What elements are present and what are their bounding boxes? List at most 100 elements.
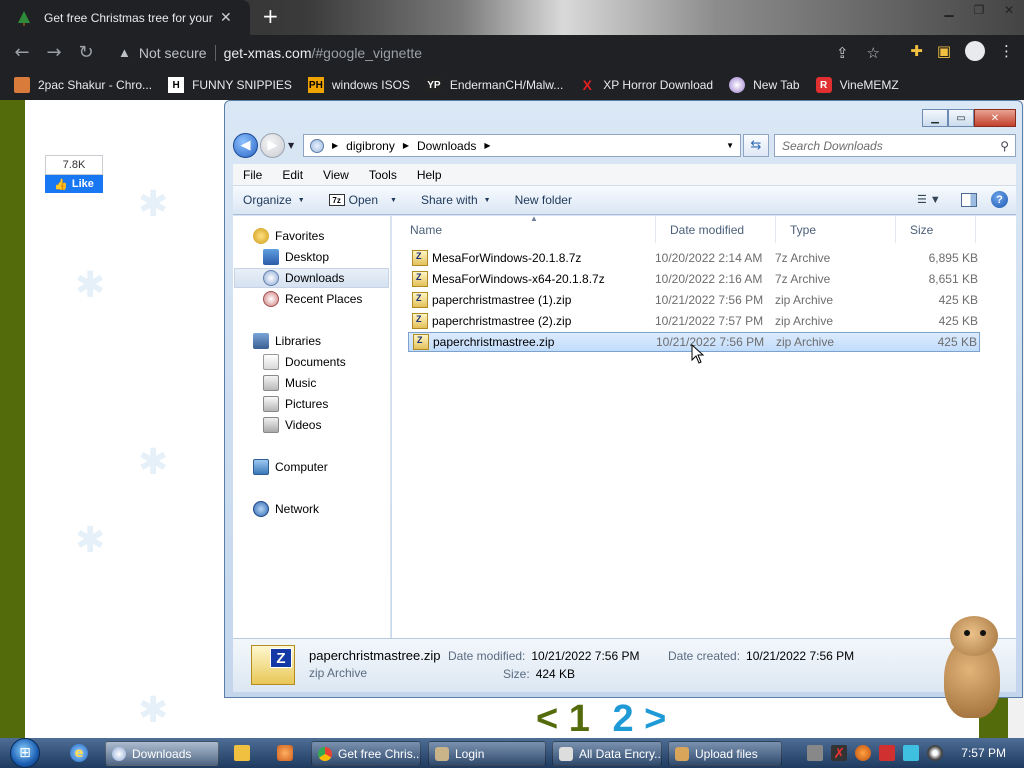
media-player-icon[interactable]	[234, 745, 250, 761]
menu-tools[interactable]: Tools	[359, 168, 407, 182]
nav-desktop[interactable]: Desktop	[263, 247, 329, 267]
profile-avatar-icon[interactable]	[965, 41, 985, 61]
menu-file[interactable]: File	[233, 168, 272, 182]
paint-icon[interactable]	[277, 745, 293, 761]
bookmark-vinememz[interactable]: R VineMEMZ	[815, 77, 899, 93]
column-header-name[interactable]: Name ▲	[392, 214, 656, 243]
new-tab-button[interactable]: +	[262, 6, 279, 26]
taskbar-upload-files[interactable]: Upload files	[668, 741, 782, 766]
network-tray-icon[interactable]	[903, 745, 920, 761]
taskbar-login[interactable]: Login	[428, 741, 546, 766]
nav-downloads[interactable]: Downloads	[234, 268, 389, 288]
taskbar-all-data-encry[interactable]: All Data Encry...	[552, 741, 662, 766]
taskbar-downloads[interactable]: Downloads	[105, 741, 219, 766]
column-header-date[interactable]: Date modified	[656, 216, 776, 243]
minimize-icon[interactable]: ▁	[922, 109, 948, 127]
extensions-puzzle-icon[interactable]: ✚	[910, 42, 923, 60]
warning-icon[interactable]: ▲	[118, 45, 131, 60]
pager-page-2[interactable]: 2	[612, 698, 633, 738]
tab-close-icon[interactable]: ✕	[220, 10, 232, 26]
address-dropdown-icon[interactable]: ▼	[726, 141, 734, 150]
address-bar[interactable]: ▲ Not secure get-xmas.com /#google_vigne…	[108, 39, 888, 66]
bookmark-label: windows ISOS	[331, 78, 410, 92]
forward-arrow-icon[interactable]: →	[38, 42, 70, 63]
table-row[interactable]: paperchristmastree (2).zip 10/21/2022 7:…	[408, 311, 980, 331]
new-folder-button[interactable]: New folder	[515, 193, 572, 207]
maximize-icon[interactable]: ▭	[948, 109, 974, 127]
minimize-icon[interactable]: ▁	[934, 0, 964, 20]
bookmark-xp-horror[interactable]: X XP Horror Download	[579, 77, 714, 93]
menu-help[interactable]: Help	[407, 168, 452, 182]
recent-pages-dropdown-icon[interactable]: ▼	[288, 141, 294, 150]
organize-button[interactable]: Organize ▼	[243, 193, 305, 207]
close-icon[interactable]: ✕	[974, 109, 1016, 127]
tray-app-icon[interactable]	[807, 745, 824, 761]
details-date-created: Date created: 10/21/2022 7:56 PM	[668, 649, 855, 663]
back-arrow-icon[interactable]: ←	[6, 42, 38, 63]
column-header-size[interactable]: Size	[896, 216, 976, 243]
tray-search-icon[interactable]	[855, 745, 872, 761]
nav-libraries[interactable]: Libraries	[253, 331, 321, 351]
pager-page-1[interactable]: 1	[569, 698, 590, 738]
close-icon[interactable]: ✕	[994, 0, 1024, 20]
file-list[interactable]: Name ▲ Date modified Type Size MesaForWin…	[392, 214, 1016, 638]
chevron-down-icon[interactable]: ▼	[390, 197, 397, 204]
clock[interactable]: 7:57 PM	[961, 746, 1006, 760]
forward-arrow-icon[interactable]: ▶	[260, 133, 285, 158]
nav-videos[interactable]: Videos	[263, 415, 321, 435]
preview-pane-icon[interactable]	[961, 192, 977, 207]
nav-recent-places[interactable]: Recent Places	[263, 289, 362, 309]
change-view-icon[interactable]: ☰ ▼	[917, 193, 947, 206]
pager-next[interactable]: >	[644, 698, 666, 738]
search-input[interactable]: Search Downloads ⚲	[774, 134, 1016, 157]
browser-tab[interactable]: Get free Christmas tree for your ✕	[0, 0, 250, 35]
side-panel-icon[interactable]: ▣	[937, 42, 951, 60]
search-icon[interactable]: ⚲	[1000, 139, 1009, 153]
volume-icon[interactable]	[927, 745, 944, 761]
nav-computer[interactable]: Computer	[253, 457, 328, 477]
nav-favorites[interactable]: Favorites	[253, 226, 324, 246]
nav-documents[interactable]: Documents	[263, 352, 346, 372]
chevron-right-icon[interactable]: ▶	[332, 141, 338, 150]
help-icon[interactable]: ?	[991, 191, 1008, 208]
like-button[interactable]: 👍 Like	[45, 175, 103, 193]
nav-pictures[interactable]: Pictures	[263, 394, 328, 414]
breadcrumb-digibrony[interactable]: digibrony	[346, 139, 395, 153]
reload-icon[interactable]: ↻	[70, 42, 102, 63]
details-pane: Z paperchristmastree.zip zip Archive Dat…	[233, 638, 1016, 692]
breadcrumb-downloads[interactable]: Downloads	[417, 139, 476, 153]
bookmark-new-tab[interactable]: New Tab	[729, 77, 800, 93]
pager-prev[interactable]: <	[536, 698, 558, 738]
internet-explorer-icon[interactable]: e	[70, 744, 88, 762]
restore-icon[interactable]: ❐	[964, 0, 994, 20]
nav-network[interactable]: Network	[253, 499, 319, 519]
back-arrow-icon[interactable]: ◀	[233, 133, 258, 158]
chevron-right-icon[interactable]: ▶	[403, 141, 409, 150]
bookmark-windows-isos[interactable]: PH windows ISOS	[307, 77, 410, 93]
menu-kebab-icon[interactable]: ⋮	[999, 42, 1014, 60]
nav-music[interactable]: Music	[263, 373, 316, 393]
table-row[interactable]: MesaForWindows-20.1.8.7z 10/20/2022 2:14…	[408, 248, 980, 268]
bookmark-endermanch[interactable]: YP EndermanCH/Malw...	[425, 77, 563, 93]
table-row[interactable]: paperchristmastree (1).zip 10/21/2022 7:…	[408, 290, 980, 310]
menu-edit[interactable]: Edit	[272, 168, 313, 182]
bookmark-star-icon[interactable]: ☆	[867, 44, 880, 62]
facebook-like-widget[interactable]: 7.8K 👍 Like	[45, 155, 103, 193]
start-button[interactable]: ⊞	[10, 738, 40, 768]
security-label[interactable]: Not secure	[139, 45, 207, 61]
action-center-flag-icon[interactable]	[879, 745, 896, 761]
chevron-right-icon[interactable]: ▶	[484, 141, 490, 150]
explorer-window[interactable]: ▁ ▭ ✕ ◀ ▶ ▼ ▶ digibrony ▶ Downloads ▶ ▼ …	[224, 100, 1023, 698]
refresh-button[interactable]: ⇆	[743, 134, 769, 157]
open-button[interactable]: 7z Open ▼	[328, 193, 397, 207]
table-row[interactable]: MesaForWindows-x64-20.1.8.7z 10/20/2022 …	[408, 269, 980, 289]
menu-view[interactable]: View	[313, 168, 359, 182]
column-header-type[interactable]: Type	[776, 216, 896, 243]
share-with-button[interactable]: Share with ▼	[421, 193, 491, 207]
breadcrumb[interactable]: ▶ digibrony ▶ Downloads ▶ ▼	[303, 134, 741, 157]
share-icon[interactable]: ⇪	[836, 44, 849, 62]
bookmark-funny-snippies[interactable]: H FUNNY SNIPPIES	[168, 77, 292, 93]
taskbar-chrome[interactable]: Get free Chris...	[311, 741, 421, 766]
tray-x-icon[interactable]: ✗	[831, 745, 848, 761]
bookmark-2pac[interactable]: 2pac Shakur - Chro...	[14, 77, 152, 93]
